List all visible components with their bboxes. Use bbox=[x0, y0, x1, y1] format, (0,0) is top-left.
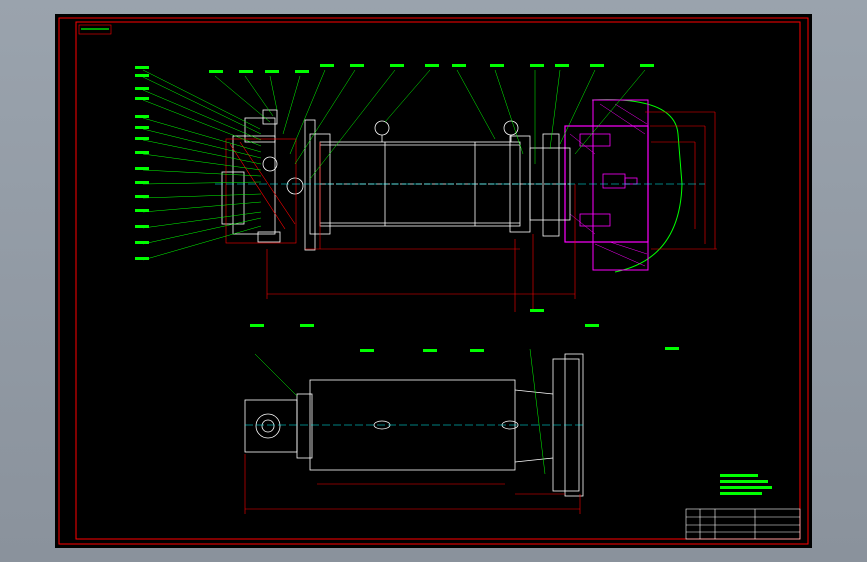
cad-viewport[interactable] bbox=[55, 14, 812, 548]
engineering-drawing bbox=[58, 17, 809, 545]
title-block bbox=[685, 508, 801, 540]
top-view-dimensions bbox=[244, 454, 581, 514]
section-view bbox=[135, 64, 717, 352]
cylinder-body bbox=[304, 119, 571, 251]
lifting-eye bbox=[374, 120, 519, 142]
top-view-leaders bbox=[254, 348, 546, 475]
outer-border bbox=[58, 17, 809, 545]
technical-notes bbox=[720, 474, 772, 495]
inner-border bbox=[75, 21, 801, 540]
fixture-assembly bbox=[564, 99, 683, 273]
